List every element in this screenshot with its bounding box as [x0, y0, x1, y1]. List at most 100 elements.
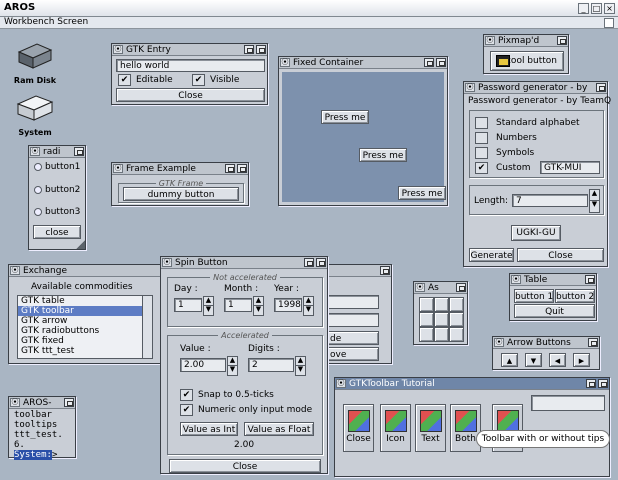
maximize-icon[interactable]: □ — [591, 3, 602, 14]
press-me-button[interactable]: Press me — [398, 186, 446, 200]
numbers-checkbox[interactable] — [475, 132, 488, 144]
exchange-field-a[interactable] — [327, 295, 379, 309]
exchange-partial-button-2[interactable]: ove — [327, 347, 379, 361]
day-input[interactable]: 1 — [174, 298, 202, 312]
grid-cell-button[interactable] — [434, 327, 449, 342]
digits-input[interactable]: 2 — [248, 358, 294, 372]
pixmap-titlebar[interactable]: ⦿ Pixmap'd — [484, 35, 568, 47]
snap-checkbox[interactable]: ✔ — [180, 389, 193, 401]
close-icon[interactable]: × — [604, 3, 615, 14]
commodities-list[interactable]: GTK table GTK toolbar GTK arrow GTK radi… — [17, 295, 153, 359]
spin-down-icon[interactable]: ▼ — [228, 366, 237, 375]
window-close-icon[interactable]: ⦿ — [415, 283, 425, 292]
depth-gadget-icon[interactable] — [237, 164, 247, 173]
system-drive-icon[interactable]: System — [8, 92, 62, 137]
list-item-selected[interactable]: GTK toolbar — [18, 306, 152, 316]
month-spinner[interactable]: ▲ ▼ — [253, 296, 264, 316]
ramdisk-icon[interactable]: Ram Disk — [10, 40, 60, 85]
window-close-icon[interactable]: ⦿ — [485, 36, 495, 45]
shell-titlebar[interactable]: ⦿ AROS- — [9, 397, 75, 409]
grid-cell-button[interactable] — [434, 297, 449, 312]
dummy-button[interactable]: dummy button — [123, 187, 239, 201]
spin-close-button[interactable]: Close — [169, 459, 321, 473]
minimize-icon[interactable]: _ — [578, 3, 589, 14]
exchange-field-b[interactable] — [327, 313, 379, 327]
press-me-button[interactable]: Press me — [321, 110, 369, 124]
radio-button3[interactable] — [34, 208, 42, 216]
spin-down-icon[interactable]: ▼ — [296, 366, 305, 375]
depth-gadget-icon[interactable] — [456, 283, 466, 292]
toolbar-icon-button[interactable]: Icon — [380, 404, 411, 452]
list-item[interactable]: GTK radiobuttons — [18, 326, 152, 336]
visible-checkbox[interactable]: ✔ — [192, 74, 205, 86]
entry-input[interactable]: hello world — [116, 59, 265, 72]
grid-cell-button[interactable] — [419, 297, 434, 312]
standard-alphabet-checkbox[interactable] — [475, 117, 488, 129]
spin-down-icon[interactable]: ▼ — [254, 306, 263, 315]
press-me-button[interactable]: Press me — [359, 148, 407, 162]
radio-button1[interactable] — [34, 163, 42, 171]
depth-gadget-icon[interactable] — [596, 83, 606, 92]
value-as-int-button[interactable]: Value as Int — [180, 422, 238, 436]
shell-console[interactable]: toolbar tooltips ttt_test. 6. System:> — [11, 410, 73, 460]
grid-cell-button[interactable] — [449, 312, 464, 327]
toolbar-both-button[interactable]: Both — [450, 404, 481, 452]
depth-gadget-icon[interactable] — [64, 398, 74, 407]
window-close-icon[interactable]: ⦿ — [494, 338, 504, 347]
list-item[interactable]: GTK fixed — [18, 336, 152, 346]
radio-titlebar[interactable]: ⦿ radi — [29, 146, 85, 158]
depth-icon[interactable] — [604, 18, 614, 28]
length-input[interactable]: 7 — [512, 194, 588, 207]
toolbar-titlebar[interactable]: ⦿ GTKToolbar Tutorial — [335, 378, 609, 390]
editable-checkbox[interactable]: ✔ — [118, 74, 131, 86]
grid-cell-button[interactable] — [449, 327, 464, 342]
custom-checkbox[interactable]: ✔ — [475, 162, 488, 174]
password-close-button[interactable]: Close — [517, 248, 604, 262]
list-item[interactable]: GTK table — [18, 296, 152, 306]
window-close-icon[interactable]: ⦿ — [162, 258, 172, 267]
year-input[interactable]: 1998 — [274, 298, 302, 312]
window-close-icon[interactable]: ⦿ — [280, 58, 290, 67]
table-quit-button[interactable]: Quit — [514, 304, 595, 318]
depth-gadget-icon[interactable] — [557, 36, 567, 45]
grid-cell-button[interactable] — [449, 297, 464, 312]
generated-password-button[interactable]: UGKI-GU — [511, 225, 561, 241]
toolbar-close-button[interactable]: Close — [343, 404, 374, 452]
window-close-icon[interactable]: ⦿ — [465, 83, 475, 92]
depth-gadget-icon[interactable] — [585, 275, 595, 284]
password-titlebar[interactable]: ⦿ Password generator - by — [464, 82, 607, 94]
arrow-up-button[interactable]: ▲ — [501, 353, 518, 367]
gtk-entry-titlebar[interactable]: ⦿ GTK Entry — [112, 44, 267, 56]
grid-cell-button[interactable] — [419, 327, 434, 342]
table-button-2[interactable]: button 2 — [555, 289, 595, 303]
depth-gadget-icon[interactable] — [588, 338, 598, 347]
depth-gadget-icon[interactable] — [316, 258, 326, 267]
spin-down-icon[interactable]: ▼ — [590, 201, 599, 212]
symbols-checkbox[interactable] — [475, 147, 488, 159]
resize-handle[interactable] — [76, 240, 85, 249]
grid-cell-button[interactable] — [419, 312, 434, 327]
zoom-gadget-icon[interactable] — [586, 379, 596, 388]
radio-button2[interactable] — [34, 186, 42, 194]
depth-gadget-icon[interactable] — [74, 147, 84, 156]
list-item[interactable]: GTK arrow — [18, 316, 152, 326]
depth-gadget-icon[interactable] — [380, 266, 390, 275]
depth-gadget-icon[interactable] — [256, 45, 266, 54]
window-close-icon[interactable]: ⦿ — [336, 379, 346, 388]
generate-button[interactable]: Generate — [469, 248, 514, 262]
value-input[interactable]: 2.00 — [180, 358, 226, 372]
value-as-float-button[interactable]: Value as Float — [244, 422, 314, 436]
grid-cell-button[interactable] — [434, 312, 449, 327]
fixed-container-titlebar[interactable]: ⦿ Fixed Container — [279, 57, 447, 69]
zoom-gadget-icon[interactable] — [304, 258, 314, 267]
depth-gadget-icon[interactable] — [436, 58, 446, 67]
spin-down-icon[interactable]: ▼ — [204, 306, 213, 315]
list-scrollbar[interactable] — [142, 296, 152, 358]
arrow-right-button[interactable]: ▶ — [573, 353, 590, 367]
window-close-icon[interactable]: ⦿ — [113, 164, 123, 173]
exchange-partial-button-1[interactable]: de — [327, 331, 379, 345]
window-close-icon[interactable]: ⦿ — [30, 147, 40, 156]
year-spinner[interactable]: ▲ ▼ — [303, 296, 314, 316]
length-spinner[interactable]: ▲ ▼ — [589, 189, 600, 213]
digits-spinner[interactable]: ▲ ▼ — [295, 356, 306, 376]
